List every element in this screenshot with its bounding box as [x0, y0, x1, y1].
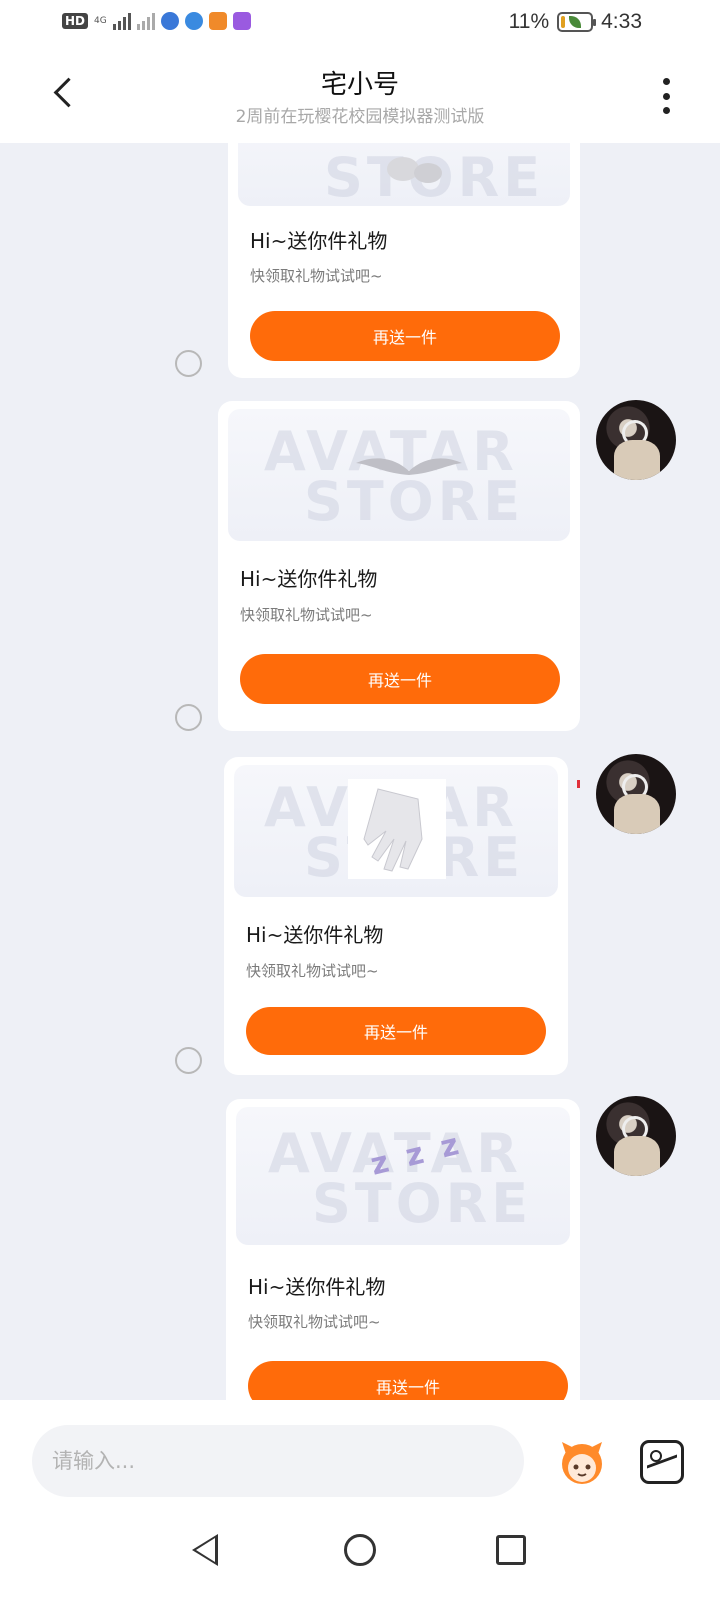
browser-icon	[160, 12, 179, 30]
signal-icon	[136, 12, 155, 30]
gift-wings-image	[356, 458, 462, 475]
power-saving-icon	[569, 16, 582, 28]
message-input[interactable]	[32, 1425, 524, 1497]
card-description: 快领取礼物试试吧~	[248, 1313, 381, 1331]
gift-message-card[interactable]: AVATAR STORE Hi~送你件礼物 快领取礼物试试吧~ 再送一件	[218, 401, 580, 731]
card-title: Hi~送你件礼物	[246, 923, 384, 947]
card-description: 快领取礼物试试吧~	[240, 606, 373, 624]
avatar[interactable]	[596, 1096, 676, 1176]
gift-shoes-image	[387, 157, 442, 183]
select-radio[interactable]	[175, 1047, 202, 1074]
gift-hand-image	[348, 779, 446, 879]
card-title: Hi~送你件礼物	[248, 1275, 386, 1299]
card-description: 快领取礼物试试吧~	[250, 267, 383, 285]
gift-message-card[interactable]: AVATAR STORE Hi~送你件礼物 快领取礼物试试吧~ 再送一件	[224, 757, 568, 1075]
send-another-button[interactable]: 再送一件	[248, 1361, 568, 1400]
system-nav-bar	[0, 1510, 720, 1600]
gift-message-card[interactable]: STORE Hi~送你件礼物 快领取礼物试试吧~ 再送一件	[228, 143, 580, 378]
more-options-icon[interactable]	[656, 76, 676, 116]
status-icons-right: 11% 4:33	[509, 10, 642, 34]
sticker-icon[interactable]	[554, 1434, 610, 1490]
hd-icon: HD	[62, 13, 89, 29]
battery-icon	[557, 12, 597, 32]
gift-image: STORE	[238, 143, 570, 206]
send-another-button[interactable]: 再送一件	[246, 1007, 546, 1055]
status-bar: HD 4G 11% 4:33	[0, 0, 720, 50]
battery-percent: 11%	[508, 10, 550, 33]
network-type: 4G	[94, 16, 107, 26]
browser-icon	[184, 12, 203, 30]
chat-header: 宅小号 2周前在玩樱花校园模拟器测试版	[0, 50, 720, 143]
signal-4g-icon	[112, 12, 131, 30]
message-list[interactable]: STORE Hi~送你件礼物 快领取礼物试试吧~ 再送一件 AVATAR STO…	[0, 143, 720, 1400]
music-app-icon	[232, 12, 251, 30]
nav-back-icon[interactable]	[192, 1534, 218, 1566]
gift-message-card[interactable]: AVATAR STORE z z z Hi~送你件礼物 快领取礼物试试吧~ 再送…	[226, 1099, 580, 1400]
unread-marker	[577, 780, 580, 788]
image-picker-icon[interactable]	[640, 1440, 684, 1484]
video-app-icon	[208, 12, 227, 30]
card-description: 快领取礼物试试吧~	[246, 962, 379, 980]
avatar[interactable]	[596, 400, 676, 480]
select-radio[interactable]	[175, 350, 202, 377]
card-title: Hi~送你件礼物	[250, 229, 388, 253]
battery-level-fill	[561, 16, 565, 28]
chat-subtitle: 2周前在玩樱花校园模拟器测试版	[235, 107, 485, 127]
clock: 4:33	[601, 10, 642, 33]
send-another-button[interactable]: 再送一件	[240, 654, 560, 704]
nav-recents-icon[interactable]	[496, 1535, 526, 1565]
gift-image: AVATAR STORE z z z	[236, 1107, 570, 1245]
gift-image: AVATAR STORE	[234, 765, 558, 897]
status-icons-left: HD 4G	[62, 12, 251, 30]
gift-image: AVATAR STORE	[228, 409, 570, 541]
input-bar	[0, 1400, 720, 1510]
chat-title: 宅小号	[320, 70, 399, 100]
avatar[interactable]	[596, 754, 676, 834]
nav-home-icon[interactable]	[344, 1534, 376, 1566]
send-another-button[interactable]: 再送一件	[250, 311, 560, 361]
card-title: Hi~送你件礼物	[240, 567, 378, 591]
select-radio[interactable]	[175, 704, 202, 731]
